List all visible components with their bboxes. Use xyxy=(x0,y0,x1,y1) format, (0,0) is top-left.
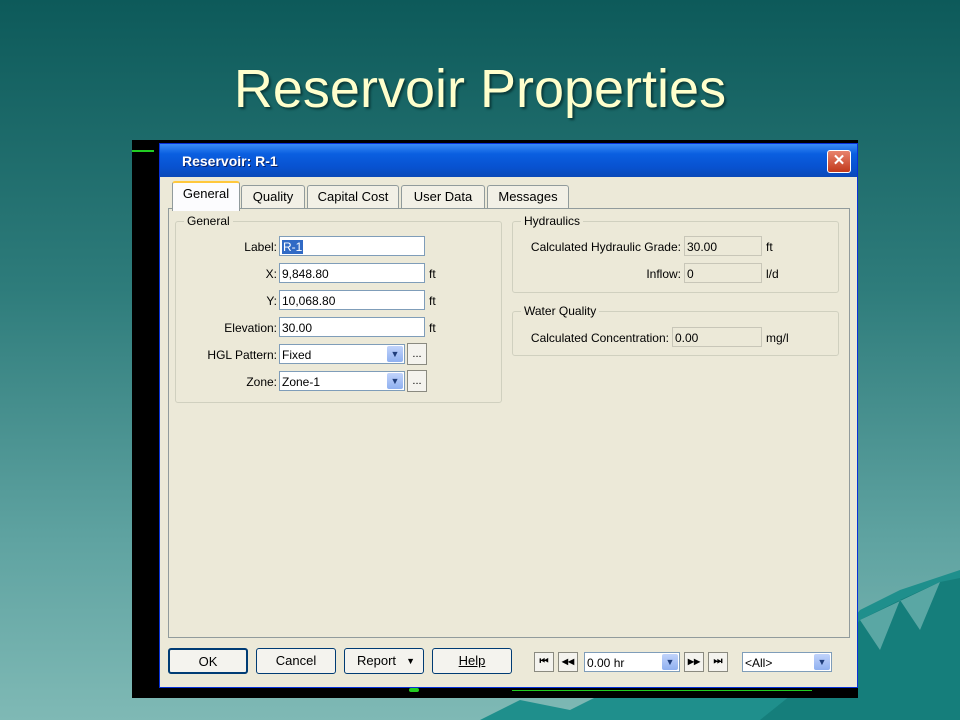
y-field-label: Y: xyxy=(266,294,277,308)
chevron-down-icon: ▼ xyxy=(406,656,415,666)
general-group-legend: General xyxy=(187,214,230,228)
tab-general[interactable]: General xyxy=(172,181,240,211)
hydraulic-grade-unit: ft xyxy=(766,240,773,254)
hgl-pattern-ellipsis-button[interactable]: ... xyxy=(407,343,427,365)
close-icon: ✕ xyxy=(832,152,846,169)
hydraulics-group-legend: Hydraulics xyxy=(524,214,581,228)
hydraulic-grade-value: 30.00 xyxy=(684,236,762,256)
chevron-down-icon: ▼ xyxy=(387,346,403,362)
report-button[interactable]: Report ▼ xyxy=(344,648,424,674)
dialog-titlebar[interactable]: Reservoir: R-1 ✕ xyxy=(160,144,857,177)
elevation-unit: ft xyxy=(429,321,436,335)
time-step-select[interactable]: 0.00 hr ▼ xyxy=(584,652,680,672)
chevron-down-icon: ▼ xyxy=(662,654,678,670)
zone-label: Zone: xyxy=(246,375,277,389)
concentration-label: Calculated Concentration: xyxy=(530,331,669,345)
inflow-label: Inflow: xyxy=(646,267,681,281)
zone-ellipsis-button[interactable]: ... xyxy=(407,370,427,392)
inflow-unit: l/d xyxy=(766,267,779,281)
label-input[interactable]: R-1 xyxy=(279,236,425,256)
dialog-title: Reservoir: R-1 xyxy=(182,153,278,169)
inflow-value: 0 xyxy=(684,263,762,283)
general-tab-panel: General Label: R-1 X: 9,848.80 ft Y: 10,… xyxy=(168,208,850,638)
cancel-button[interactable]: Cancel xyxy=(256,648,336,674)
reservoir-dialog: Reservoir: R-1 ✕ General Quality Capital… xyxy=(159,143,858,688)
y-unit: ft xyxy=(429,294,436,308)
chevron-down-icon: ▼ xyxy=(814,654,830,670)
tab-quality[interactable]: Quality xyxy=(241,185,305,208)
ok-button[interactable]: OK xyxy=(168,648,248,674)
tab-messages[interactable]: Messages xyxy=(487,185,569,208)
first-frame-icon[interactable]: ⏮ xyxy=(534,652,554,672)
hydraulic-grade-label: Calculated Hydraulic Grade: xyxy=(530,240,681,254)
zone-select[interactable]: Zone-1 ▼ xyxy=(279,371,405,391)
hgl-pattern-label: HGL Pattern: xyxy=(207,348,277,362)
help-button[interactable]: Help xyxy=(432,648,512,674)
filter-select[interactable]: <All> ▼ xyxy=(742,652,832,672)
last-frame-icon[interactable]: ⏭ xyxy=(708,652,728,672)
previous-frame-icon[interactable]: ◀◀ xyxy=(558,652,578,672)
water-quality-group-legend: Water Quality xyxy=(524,304,597,318)
x-unit: ft xyxy=(429,267,436,281)
y-input[interactable]: 10,068.80 xyxy=(279,290,425,310)
next-frame-icon[interactable]: ▶▶ xyxy=(684,652,704,672)
hgl-pattern-select[interactable]: Fixed ▼ xyxy=(279,344,405,364)
slide-title: Reservoir Properties xyxy=(233,59,727,119)
tab-capital-cost[interactable]: Capital Cost xyxy=(307,185,399,208)
chevron-down-icon: ▼ xyxy=(387,373,403,389)
x-field-label: X: xyxy=(265,267,277,281)
label-field-label: Label: xyxy=(244,240,277,254)
close-button[interactable]: ✕ xyxy=(827,150,851,173)
concentration-value: 0.00 xyxy=(672,327,762,347)
tab-user-data[interactable]: User Data xyxy=(401,185,485,208)
x-input[interactable]: 9,848.80 xyxy=(279,263,425,283)
concentration-unit: mg/l xyxy=(766,331,789,345)
elevation-input[interactable]: 30.00 xyxy=(279,317,425,337)
elevation-field-label: Elevation: xyxy=(224,321,277,335)
